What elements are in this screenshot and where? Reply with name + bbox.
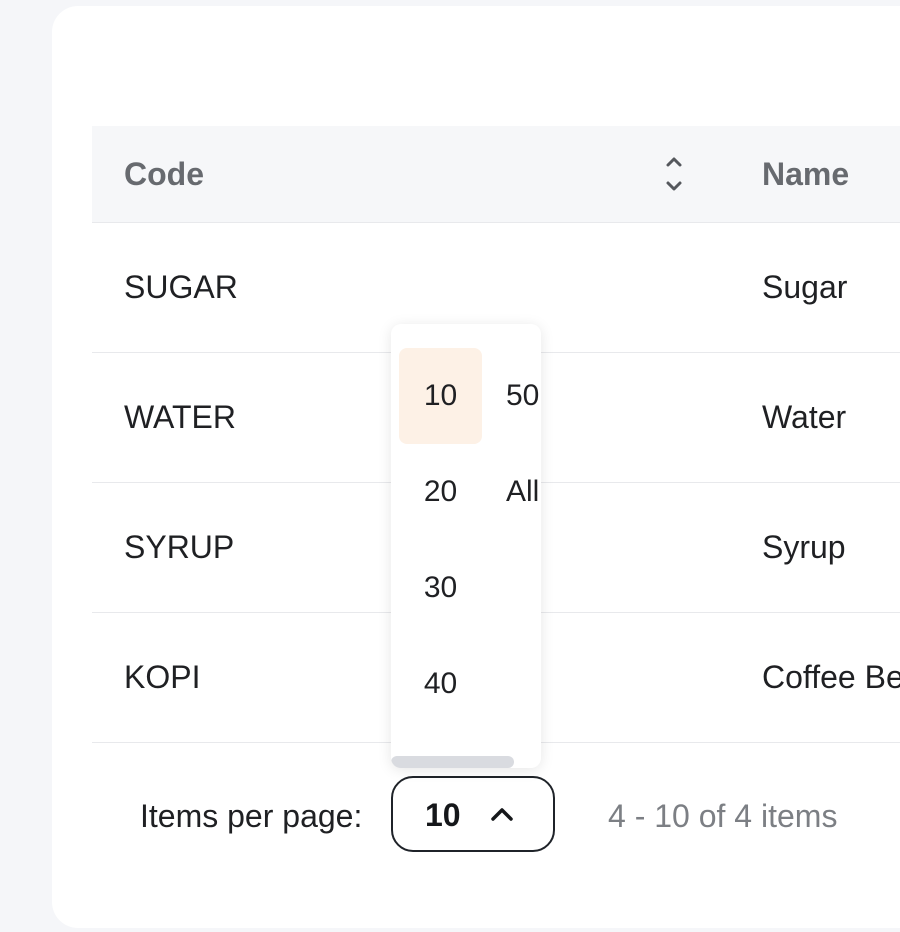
column-header-code[interactable]: Code: [124, 126, 204, 222]
sort-icon[interactable]: [662, 154, 686, 194]
items-per-page-value: 10: [425, 797, 461, 833]
items-per-page-dropdown: 10 20 30 40 50 All: [391, 324, 541, 768]
chevron-up-icon: [489, 804, 515, 824]
option-20[interactable]: 20: [399, 444, 482, 540]
cell-name: Syrup: [762, 529, 846, 565]
cell-name: Sugar: [762, 269, 848, 305]
option-10[interactable]: 10: [399, 348, 482, 444]
dropdown-scrollbar[interactable]: [391, 756, 514, 768]
option-50[interactable]: 50: [506, 348, 541, 444]
cell-name: Coffee Be: [762, 659, 900, 695]
option-40[interactable]: 40: [399, 636, 482, 732]
cell-code: KOPI: [124, 659, 201, 695]
cell-code: SYRUP: [124, 529, 235, 565]
items-per-page-label: Items per page:: [140, 798, 363, 834]
items-per-page-select[interactable]: 10: [391, 776, 555, 852]
option-30[interactable]: 30: [399, 540, 482, 636]
table-header: Code Name: [92, 126, 900, 223]
cell-code: SUGAR: [124, 269, 238, 305]
pagination-range-text: 4 - 10 of 4 items: [608, 798, 838, 834]
option-all[interactable]: All: [506, 444, 541, 540]
column-header-name[interactable]: Name: [762, 126, 849, 222]
cell-code: WATER: [124, 399, 236, 435]
cell-name: Water: [762, 399, 847, 435]
